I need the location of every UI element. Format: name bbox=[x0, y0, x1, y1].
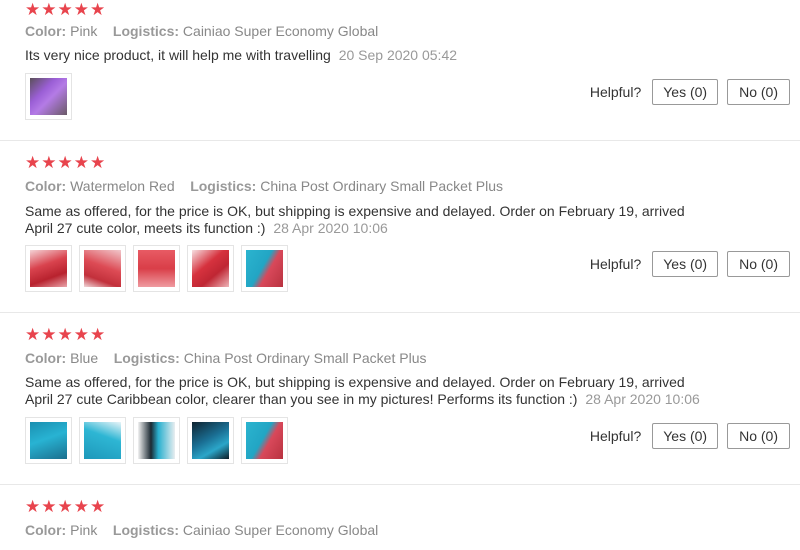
color-label: Color: bbox=[25, 23, 67, 39]
helpful-label: Helpful? bbox=[589, 428, 642, 444]
review-photo[interactable] bbox=[79, 245, 126, 292]
review-photo[interactable] bbox=[25, 73, 72, 120]
color-value: Pink bbox=[70, 23, 98, 39]
star-rating: ★★★★★ bbox=[25, 0, 107, 19]
helpful-yes-button[interactable]: Yes (0) bbox=[652, 79, 719, 105]
review-date: 28 Apr 2020 10:06 bbox=[585, 391, 700, 407]
review-photos bbox=[25, 73, 72, 120]
review-photo[interactable] bbox=[25, 417, 72, 464]
review-photos bbox=[25, 245, 288, 292]
review-date: 28 Apr 2020 10:06 bbox=[273, 220, 388, 236]
review-meta: Color: Pink Logistics: Cainiao Super Eco… bbox=[25, 23, 378, 39]
color-label: Color: bbox=[25, 178, 67, 194]
helpful-no-button[interactable]: No (0) bbox=[727, 79, 790, 105]
review-text: Same as offered, for the price is OK, bu… bbox=[25, 374, 705, 408]
helpful-controls: Helpful? Yes (0) No (0) bbox=[590, 251, 790, 277]
review-item: ★★★★★ Color: Pink Logistics: Cainiao Sup… bbox=[0, 485, 800, 550]
review-photo[interactable] bbox=[187, 245, 234, 292]
review-photo[interactable] bbox=[241, 245, 288, 292]
logistics-label: Logistics: bbox=[190, 178, 257, 194]
review-text: Its very nice product, it will help me w… bbox=[25, 47, 705, 64]
star-rating: ★★★★★ bbox=[25, 153, 107, 172]
review-photo[interactable] bbox=[133, 417, 180, 464]
review-photo[interactable] bbox=[241, 417, 288, 464]
logistics-value: China Post Ordinary Small Packet Plus bbox=[183, 350, 427, 366]
color-label: Color: bbox=[25, 522, 67, 538]
color-value: Pink bbox=[70, 522, 98, 538]
review-photo[interactable] bbox=[133, 245, 180, 292]
logistics-label: Logistics: bbox=[112, 23, 180, 39]
helpful-yes-button[interactable]: Yes (0) bbox=[652, 251, 719, 277]
logistics-value: Cainiao Super Economy Global bbox=[182, 23, 379, 39]
review-item: ★★★★★ Color: Watermelon Red Logistics: C… bbox=[0, 141, 800, 313]
review-meta: Color: Pink Logistics: Cainiao Super Eco… bbox=[25, 522, 378, 538]
helpful-label: Helpful? bbox=[589, 84, 642, 100]
helpful-yes-button[interactable]: Yes (0) bbox=[652, 423, 719, 449]
review-item: ★★★★★ Color: Pink Logistics: Cainiao Sup… bbox=[0, 0, 800, 141]
logistics-value: China Post Ordinary Small Packet Plus bbox=[260, 178, 503, 194]
review-meta: Color: Watermelon Red Logistics: China P… bbox=[25, 178, 503, 194]
review-date: 20 Sep 2020 05:42 bbox=[338, 47, 458, 63]
helpful-no-button[interactable]: No (0) bbox=[727, 423, 790, 449]
review-photo[interactable] bbox=[79, 417, 126, 464]
review-item: ★★★★★ Color: Blue Logistics: China Post … bbox=[0, 313, 800, 485]
helpful-controls: Helpful? Yes (0) No (0) bbox=[590, 423, 790, 449]
logistics-label: Logistics: bbox=[113, 350, 180, 366]
star-rating: ★★★★★ bbox=[25, 325, 107, 344]
review-text: Same as offered, for the price is OK, bu… bbox=[25, 203, 705, 237]
review-photos bbox=[25, 417, 288, 464]
review-body: Its very nice product, it will help me w… bbox=[25, 47, 331, 63]
helpful-no-button[interactable]: No (0) bbox=[727, 251, 790, 277]
review-meta: Color: Blue Logistics: China Post Ordina… bbox=[25, 350, 426, 366]
star-rating: ★★★★★ bbox=[25, 497, 107, 516]
color-label: Color: bbox=[25, 350, 67, 366]
color-value: Blue bbox=[70, 350, 99, 366]
logistics-value: Cainiao Super Economy Global bbox=[182, 522, 379, 538]
review-photo[interactable] bbox=[25, 245, 72, 292]
helpful-label: Helpful? bbox=[589, 256, 642, 272]
review-photo[interactable] bbox=[187, 417, 234, 464]
logistics-label: Logistics: bbox=[112, 522, 180, 538]
color-value: Watermelon Red bbox=[70, 178, 175, 194]
helpful-controls: Helpful? Yes (0) No (0) bbox=[590, 79, 790, 105]
